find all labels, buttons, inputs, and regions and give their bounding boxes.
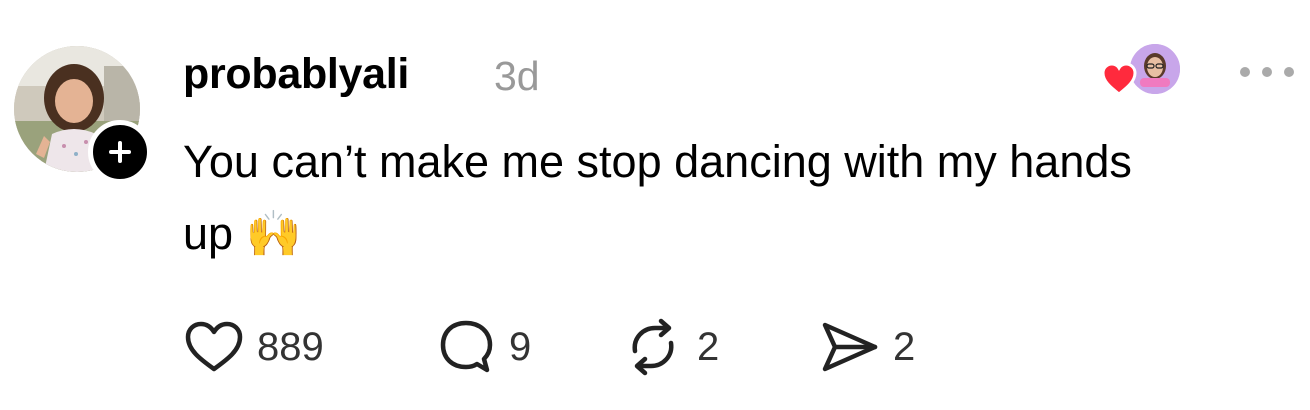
red-heart-icon: [1101, 62, 1137, 96]
plus-icon: [109, 141, 131, 163]
post-timestamp: 3d: [494, 53, 540, 99]
username[interactable]: probablyali: [183, 48, 409, 100]
reply-count: 9: [509, 325, 532, 369]
follow-button[interactable]: [88, 120, 152, 184]
like-button[interactable]: 889: [183, 316, 435, 378]
speech-bubble-icon: [440, 320, 493, 373]
repost-arrows-icon: [632, 318, 674, 376]
post-text: You can’t make me stop dancing with my h…: [183, 136, 1132, 259]
share-count: 2: [893, 325, 916, 369]
thread-post: probablyali 3d You can’t make me stop da…: [0, 0, 1310, 410]
repost-count: 2: [697, 325, 720, 369]
heart-outline-icon: [185, 321, 243, 372]
action-bar: 889 9 2 2: [183, 316, 937, 378]
reply-button[interactable]: 9: [435, 316, 621, 378]
repost-button[interactable]: 2: [621, 316, 817, 378]
liked-by-indicator[interactable]: [1100, 42, 1184, 102]
like-count: 889: [257, 325, 324, 369]
share-button[interactable]: 2: [817, 316, 937, 378]
more-horizontal-icon[interactable]: [1234, 60, 1300, 84]
send-icon: [822, 322, 878, 372]
